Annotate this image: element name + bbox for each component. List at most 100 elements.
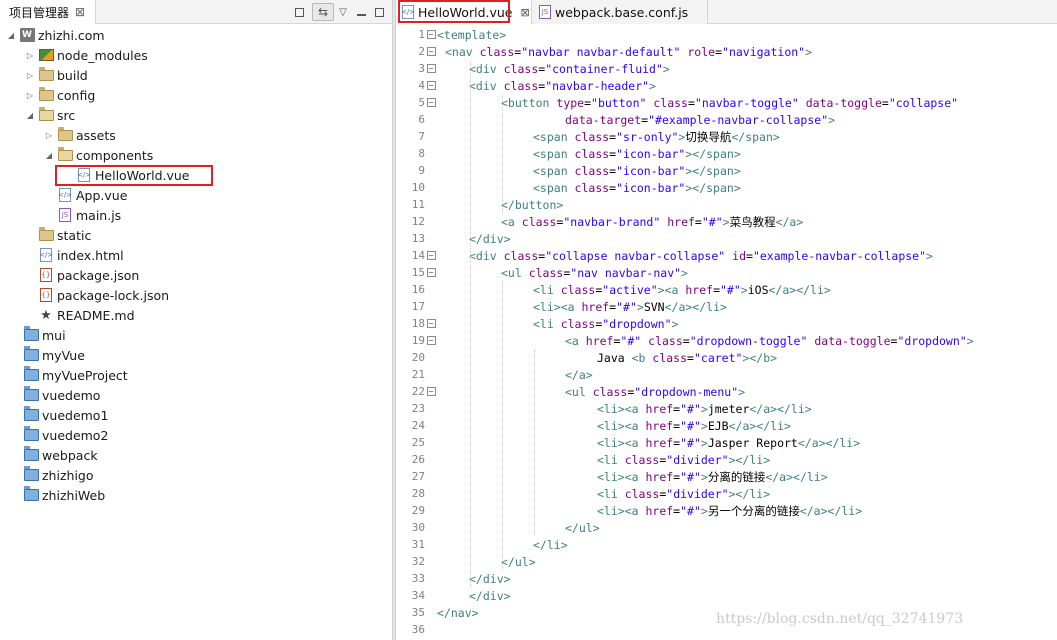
fold-icon[interactable]: − [425, 98, 437, 107]
tree-item[interactable]: ▷ build [25, 65, 88, 85]
line-number: 22 [411, 385, 425, 398]
tree-item[interactable]: </> App.vue [44, 185, 127, 205]
expand-toggle-icon[interactable]: ▷ [25, 71, 35, 80]
tab-webpack-base-conf[interactable]: JS webpack.base.conf.js [533, 0, 708, 24]
line-number: 3 [418, 62, 425, 75]
expand-toggle-icon[interactable]: ▷ [44, 131, 54, 140]
expand-toggle-icon[interactable]: ◢ [25, 111, 35, 120]
tree-item[interactable]: zhizhiWeb [20, 485, 105, 505]
tree-item[interactable]: {} package-lock.json [25, 285, 169, 305]
tab-label: webpack.base.conf.js [555, 4, 689, 20]
code-line: 20 Java <b class="caret"></b> [396, 349, 1057, 366]
tree-item-label: README.md [57, 307, 135, 323]
tree-item[interactable]: webpack [20, 445, 98, 465]
code-line: 29 <li><a href="#">另一个分离的链接</a></li> [396, 502, 1057, 519]
tree-item[interactable]: vuedemo1 [20, 405, 108, 425]
tree-item-label: src [57, 107, 76, 123]
fold-icon[interactable]: − [425, 64, 437, 73]
fold-icon[interactable]: − [425, 336, 437, 345]
tree-item-label: mui [42, 327, 66, 343]
star-icon: ★ [40, 307, 52, 323]
project-icon [23, 346, 39, 362]
fold-icon[interactable]: − [425, 251, 437, 260]
tree-item[interactable]: vuedemo2 [20, 425, 108, 445]
line-number: 1 [418, 28, 425, 41]
tree-item[interactable]: ★ README.md [25, 305, 135, 325]
expand-toggle-icon[interactable]: ▷ [25, 91, 35, 100]
tree-item[interactable]: ◢ components [44, 145, 153, 165]
code-text: <li><a href="#">分离的链接</a></li> [597, 469, 828, 484]
line-number: 5 [418, 96, 425, 109]
tree-item[interactable]: {} package.json [25, 265, 139, 285]
fold-icon[interactable]: − [425, 387, 437, 396]
tree-item[interactable]: static [25, 225, 91, 245]
code-line: 28 <li class="divider"></li> [396, 485, 1057, 502]
tree-item[interactable]: mui [20, 325, 66, 345]
tree-item[interactable]: ▷ config [25, 85, 95, 105]
fold-icon[interactable]: − [425, 30, 437, 39]
view-menu-icon[interactable]: ▽ [338, 3, 348, 21]
code-text: <nav class="navbar navbar-default" role=… [445, 44, 813, 59]
close-icon[interactable]: ⊠ [75, 5, 85, 19]
code-line: 8 <span class="icon-bar"></span> [396, 145, 1057, 162]
folder-icon [57, 126, 73, 142]
collapse-all-icon[interactable] [293, 3, 305, 21]
line-number: 35 [411, 606, 425, 619]
tree-item[interactable]: ▷ assets [44, 125, 116, 145]
project-icon [23, 326, 39, 342]
project-icon [23, 426, 39, 442]
line-number: 30 [411, 521, 425, 534]
close-icon[interactable]: ⊠ [521, 6, 530, 19]
editor-tab-bar: </> HelloWorld.vue ⊠ JS webpack.base.con… [396, 0, 1057, 24]
code-text: <div class="collapse navbar-collapse" id… [469, 248, 933, 263]
code-line: 4− <div class="navbar-header"> [396, 77, 1057, 94]
expand-toggle-icon[interactable]: ▷ [25, 51, 35, 60]
folder-icon [38, 66, 54, 82]
json-file-icon: {} [38, 268, 54, 282]
tree-item[interactable]: JS main.js [44, 205, 121, 225]
tab-project-explorer[interactable]: 项目管理器 ⊠ [0, 0, 96, 24]
line-number: 36 [411, 623, 425, 636]
tree-item[interactable]: </> index.html [25, 245, 124, 265]
fold-icon[interactable]: − [425, 268, 437, 277]
code-line: 13 </div> [396, 230, 1057, 247]
code-text: <li><a href="#">jmeter</a></li> [597, 401, 812, 416]
line-number: 34 [411, 589, 425, 602]
tree-item[interactable]: myVueProject [20, 365, 128, 385]
tree-item[interactable]: ◢ src [25, 105, 75, 125]
code-line: 2− <nav class="navbar navbar-default" rol… [396, 43, 1057, 60]
code-text: <span class="icon-bar"></span> [533, 180, 741, 195]
code-line: 23 <li><a href="#">jmeter</a></li> [396, 400, 1057, 417]
code-line: 10 <span class="icon-bar"></span> [396, 179, 1057, 196]
html-file-icon: </> [38, 248, 54, 262]
line-number: 31 [411, 538, 425, 551]
tree-item-label: package-lock.json [57, 287, 170, 303]
tree-item[interactable]: ◢ Wzhizhi.com [6, 25, 105, 45]
code-text: <span class="icon-bar"></span> [533, 146, 741, 161]
expand-toggle-icon[interactable]: ◢ [44, 151, 54, 160]
line-number: 20 [411, 351, 425, 364]
maximize-icon[interactable] [373, 3, 385, 21]
tree-item-label: vuedemo [42, 387, 101, 403]
tree-item[interactable]: vuedemo [20, 385, 100, 405]
expand-toggle-icon[interactable]: ◢ [6, 31, 16, 40]
link-with-editor-icon[interactable]: ⇆ [312, 3, 334, 21]
fold-icon[interactable]: − [425, 319, 437, 328]
line-number: 2 [418, 45, 425, 58]
code-line: 7 <span class="sr-only">切换导航</span> [396, 128, 1057, 145]
tree-item[interactable]: myVue [20, 345, 85, 365]
minimize-icon[interactable] [356, 3, 366, 21]
code-text: <li class="divider"></li> [597, 486, 771, 501]
tree-item[interactable]: ▷ node_modules [25, 45, 148, 65]
code-line: 22− <ul class="dropdown-menu"> [396, 383, 1057, 400]
fold-icon[interactable]: − [425, 47, 437, 56]
code-line: 15− <ul class="nav navbar-nav"> [396, 264, 1057, 281]
line-number: 21 [411, 368, 425, 381]
line-number: 13 [411, 232, 425, 245]
code-text: <li><a href="#">SVN</a></li> [533, 299, 727, 314]
fold-icon[interactable]: − [425, 81, 437, 90]
code-line: 5− <button type="button" class="navbar-to… [396, 94, 1057, 111]
code-line: 17 <li><a href="#">SVN</a></li> [396, 298, 1057, 315]
highlight-box [55, 165, 213, 186]
tree-item[interactable]: zhizhigo [20, 465, 94, 485]
